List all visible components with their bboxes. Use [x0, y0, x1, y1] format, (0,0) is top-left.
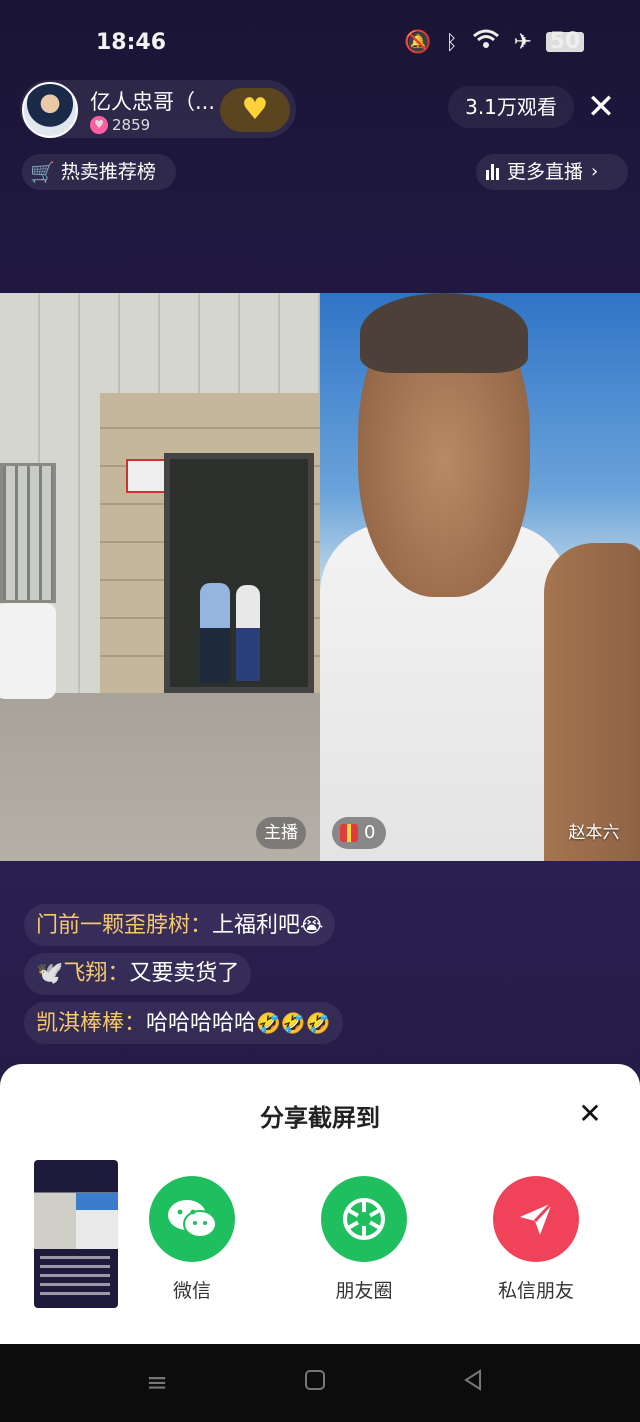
comment-user: 🕊️飞翔：	[36, 961, 130, 986]
back-icon[interactable]	[458, 1368, 488, 1398]
window	[0, 463, 56, 603]
comment-user: 门前一颗歪脖树：	[36, 913, 213, 938]
wifi-icon	[472, 28, 500, 56]
share-sheet: 分享截屏到 ✕ 微信 朋友圈 私信朋友	[0, 1064, 640, 1344]
comment-item: 门前一颗歪脖树：上福利吧😭	[24, 904, 336, 946]
status-time: 18:46	[96, 30, 167, 55]
follow-button[interactable]: ♥	[220, 88, 290, 132]
share-moments[interactable]: 朋友圈	[304, 1176, 424, 1303]
more-live-label: 更多直播	[507, 161, 584, 183]
screenshot-thumbnail[interactable]	[34, 1160, 118, 1308]
person	[236, 585, 260, 681]
laughing-emoji-icon: 🤣🤣🤣	[256, 1011, 331, 1035]
hot-rank-button[interactable]: 🛒 热卖推荐榜	[22, 154, 176, 190]
home-icon[interactable]	[300, 1368, 330, 1398]
comment-message: 上福利吧	[212, 913, 301, 938]
likes-count: 2859	[112, 116, 151, 134]
door-sign	[126, 459, 166, 493]
share-label: 微信	[172, 1280, 211, 1302]
close-icon[interactable]: ✕	[574, 1098, 606, 1130]
comment-item: 凯淇棒棒：哈哈哈哈哈🤣🤣🤣	[24, 1002, 343, 1044]
gift-count: 0	[364, 822, 376, 843]
comment-item: 🕊️飞翔：又要卖货了	[24, 953, 252, 995]
comment-message: 哈哈哈哈哈	[146, 1011, 257, 1036]
system-nav-bar: ≡	[0, 1344, 640, 1422]
host-video-feed[interactable]	[0, 293, 320, 861]
share-label: 私信朋友	[497, 1280, 574, 1302]
heart-icon: ♥	[90, 116, 108, 134]
thumbnail-guest	[76, 1193, 118, 1249]
battery-icon: 50	[546, 31, 584, 53]
share-sheet-title: 分享截屏到	[260, 1104, 380, 1132]
person	[200, 583, 230, 683]
bluetooth-icon: ᛒ	[445, 30, 458, 54]
moments-icon[interactable]	[321, 1176, 407, 1262]
hair	[360, 293, 528, 373]
share-label: 朋友圈	[335, 1280, 393, 1302]
thumbnail-comments	[40, 1256, 110, 1296]
viewer-count[interactable]: 3.1万观看	[448, 86, 574, 128]
cart-icon: 🛒	[30, 160, 55, 184]
close-icon[interactable]: ✕	[582, 88, 620, 126]
car	[0, 603, 56, 699]
comment-list: 门前一颗歪脖树：上福利吧😭 🕊️飞翔：又要卖货了 凯淇棒棒：哈哈哈哈哈🤣🤣🤣	[24, 904, 624, 1051]
send-icon[interactable]	[493, 1176, 579, 1262]
heart-plus-icon: ♥	[241, 92, 269, 127]
hot-rank-label: 热卖推荐榜	[60, 161, 156, 183]
mute-icon: 🔕	[404, 29, 432, 55]
chevron-right-icon: ›	[591, 161, 599, 182]
airplane-icon: ✈	[513, 29, 532, 55]
gift-counter[interactable]: 0	[332, 817, 386, 849]
status-bar: 18:46 🔕 ᛒ ✈ 50	[0, 0, 640, 80]
avatar[interactable]	[22, 82, 78, 138]
wechat-icon[interactable]	[149, 1176, 235, 1262]
share-dm[interactable]: 私信朋友	[476, 1176, 596, 1303]
bars-icon	[486, 164, 499, 180]
system-icons: 🔕 ᛒ ✈ 50	[404, 28, 584, 56]
live-video[interactable]: 主播 0 赵本六	[0, 293, 640, 861]
more-live-button[interactable]: 更多直播 ›	[476, 154, 628, 190]
host-info[interactable]: 亿人忠哥（... ♥ 2859 ♥	[20, 80, 296, 138]
guest-video-feed[interactable]	[320, 293, 640, 861]
share-wechat[interactable]: 微信	[132, 1176, 252, 1303]
comment-message: 又要卖货了	[129, 961, 240, 986]
host-name: 亿人忠哥（...	[90, 90, 216, 114]
host-tag: 主播	[256, 817, 306, 849]
gift-icon	[340, 824, 358, 842]
crying-emoji-icon: 😭	[300, 913, 324, 937]
comment-user: 凯淇棒棒：	[36, 1011, 147, 1036]
menu-icon[interactable]: ≡	[142, 1368, 172, 1398]
arm	[544, 543, 640, 861]
host-likes: ♥ 2859	[90, 116, 150, 134]
guest-name: 赵本六	[568, 823, 620, 843]
